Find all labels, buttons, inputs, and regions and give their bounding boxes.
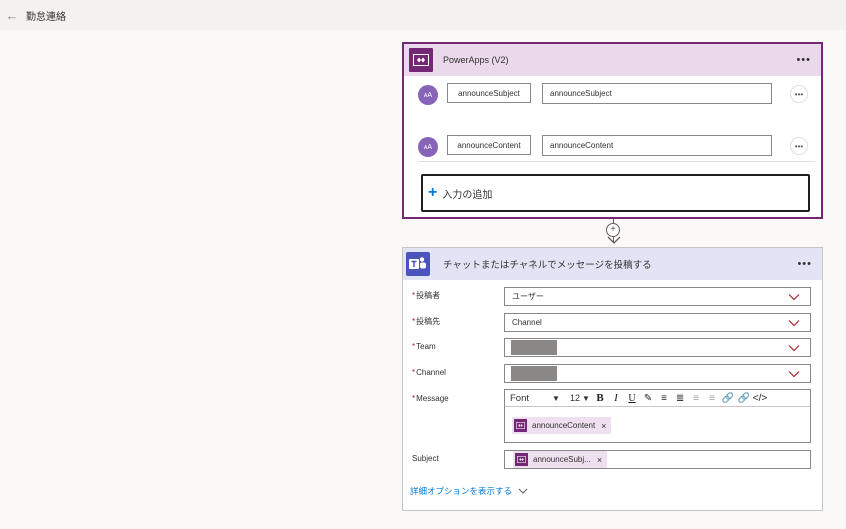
advanced-options-label: 詳細オプションを表示する: [410, 486, 513, 496]
dynamic-content-token[interactable]: announceContent ×: [512, 417, 612, 434]
teams-more-options-icon[interactable]: •••: [797, 258, 812, 270]
subject-label: Subject: [412, 454, 439, 463]
post-to-value: Channel: [512, 318, 542, 327]
input-row-subject: ᴀA announceSubject announceSubject •••: [404, 80, 821, 120]
poster-dropdown[interactable]: ユーザー: [504, 287, 811, 306]
link-icon[interactable]: 🔗: [720, 393, 736, 404]
numbered-list-icon[interactable]: ≣: [672, 393, 688, 404]
remove-token-icon[interactable]: ×: [601, 421, 606, 431]
rich-text-toolbar: Font ▼ 12 ▼ B I U ✎ ≡ ≣ ≡ ≡ 🔗 🔗 </>: [505, 390, 810, 407]
message-editor[interactable]: Font ▼ 12 ▼ B I U ✎ ≡ ≣ ≡ ≡ 🔗 🔗 </> anno…: [504, 389, 811, 443]
underline-icon[interactable]: U: [624, 393, 640, 404]
input-value-field[interactable]: announceSubject: [542, 83, 772, 104]
back-arrow-icon[interactable]: ←: [4, 8, 20, 23]
plus-icon: +: [428, 184, 438, 201]
token-label: announceSubj...: [533, 455, 591, 464]
increase-indent-icon[interactable]: ≡: [704, 393, 720, 404]
input-row-content: ᴀA announceContent announceContent •••: [404, 132, 821, 172]
font-size-dropdown-icon[interactable]: ▼: [580, 394, 592, 403]
input-row-more-icon[interactable]: •••: [790, 85, 808, 103]
add-input-label: 入力の追加: [442, 189, 493, 201]
powerapps-more-options-icon[interactable]: •••: [796, 54, 811, 66]
input-name-field[interactable]: announceSubject: [447, 83, 531, 103]
poster-value: ユーザー: [512, 292, 544, 301]
chevron-down-icon: [518, 488, 528, 494]
teams-logo-icon: [406, 252, 430, 276]
text-input-type-icon: ᴀA: [418, 85, 438, 105]
powerapps-logo-icon: [409, 48, 433, 72]
team-dropdown[interactable]: [504, 338, 811, 357]
redacted-team-value: [511, 340, 557, 355]
italic-icon[interactable]: I: [608, 392, 624, 404]
powerapps-trigger-card: PowerApps (V2) ••• ᴀA announceSubject an…: [402, 42, 823, 219]
bold-icon[interactable]: B: [592, 392, 608, 404]
powerapps-card-title: PowerApps (V2): [443, 55, 509, 65]
post-to-label: *投稿先: [412, 317, 441, 326]
text-input-type-icon: ᴀA: [418, 137, 438, 157]
highlight-pen-icon[interactable]: ✎: [640, 393, 656, 404]
flow-title: 勤怠連絡: [26, 11, 66, 23]
poster-label: *投稿者: [412, 291, 441, 300]
code-view-icon[interactable]: </>: [752, 393, 768, 404]
subject-field[interactable]: announceSubj... ×: [504, 450, 811, 469]
input-row-more-icon[interactable]: •••: [790, 137, 808, 155]
redacted-channel-value: [511, 366, 557, 381]
chevron-down-icon: [788, 294, 800, 301]
chevron-down-icon: [788, 345, 800, 352]
powerapps-token-icon: [514, 419, 527, 432]
top-bar: ← 勤怠連絡: [0, 0, 846, 30]
teams-card-title: チャットまたはチャネルでメッセージを投稿する: [443, 260, 652, 271]
bulleted-list-icon[interactable]: ≡: [656, 393, 672, 404]
add-input-button[interactable]: + 入力の追加: [421, 174, 810, 212]
decrease-indent-icon[interactable]: ≡: [688, 393, 704, 404]
channel-label: *Channel: [412, 368, 446, 377]
teams-card-header[interactable]: チャットまたはチャネルでメッセージを投稿する •••: [403, 248, 822, 280]
team-label: *Team: [412, 342, 436, 351]
font-size-selector[interactable]: 12: [570, 393, 580, 403]
channel-dropdown[interactable]: [504, 364, 811, 383]
chevron-down-icon: [788, 320, 800, 327]
remove-token-icon[interactable]: ×: [597, 455, 602, 465]
token-label: announceContent: [532, 421, 596, 430]
input-name-field[interactable]: announceContent: [447, 135, 531, 155]
unlink-icon[interactable]: 🔗: [736, 393, 752, 404]
post-to-dropdown[interactable]: Channel: [504, 313, 811, 332]
font-dropdown-icon[interactable]: ▼: [550, 394, 562, 403]
font-selector[interactable]: Font: [510, 393, 550, 404]
teams-post-message-card: チャットまたはチャネルでメッセージを投稿する ••• *投稿者 ユーザー *投稿…: [402, 247, 823, 511]
powerapps-token-icon: [515, 453, 528, 466]
chevron-down-icon: [788, 371, 800, 378]
powerapps-card-header[interactable]: PowerApps (V2) •••: [404, 44, 821, 76]
show-advanced-options-link[interactable]: 詳細オプションを表示する: [410, 485, 528, 497]
dynamic-content-token[interactable]: announceSubj... ×: [513, 451, 608, 468]
connector-arrow-icon: [607, 235, 621, 245]
message-label: *Message: [412, 394, 449, 403]
input-value-field[interactable]: announceContent: [542, 135, 772, 156]
